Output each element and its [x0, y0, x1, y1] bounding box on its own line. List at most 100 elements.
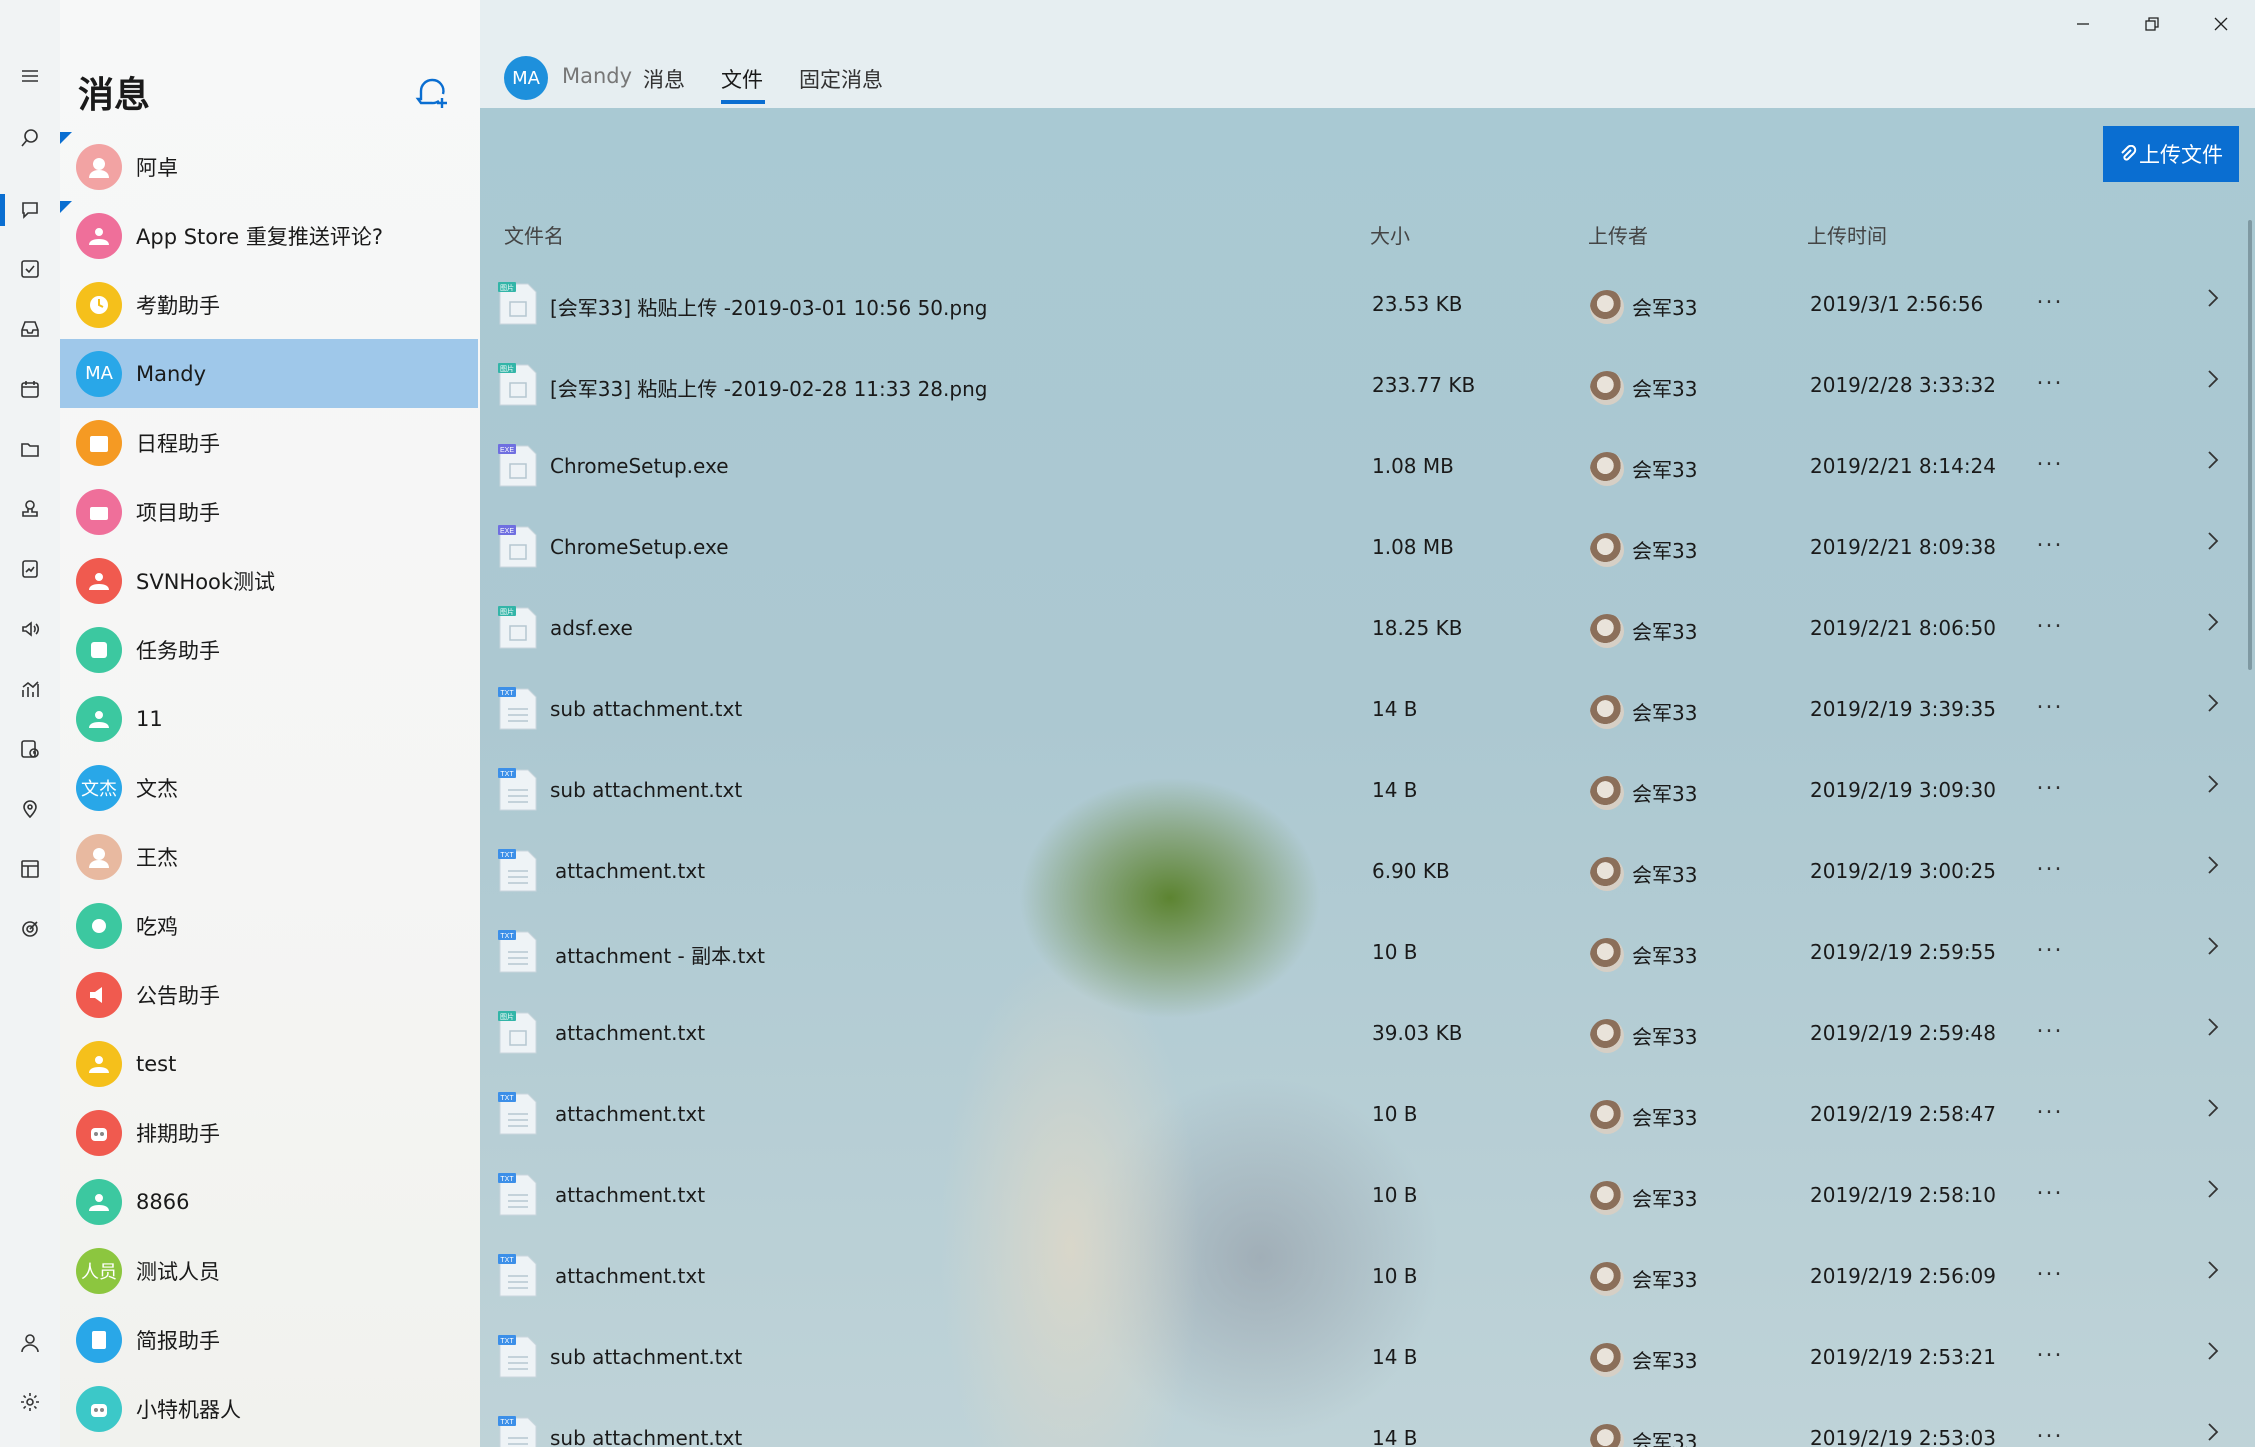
table-row[interactable]: EXE ChromeSetup.exe 1.08 MB 会军33 2019/2/21 8…: [480, 509, 2255, 590]
speaker-icon[interactable]: [0, 603, 60, 655]
avatar[interactable]: MA: [504, 56, 548, 100]
chevron-right-icon[interactable]: [2198, 766, 2228, 802]
column-header-time[interactable]: 上传时间: [1807, 220, 1887, 249]
chevron-right-icon[interactable]: [2198, 1009, 2228, 1045]
inbox-icon[interactable]: [0, 303, 60, 355]
conversation-item[interactable]: 11: [60, 684, 478, 753]
more-options-button[interactable]: ...: [2028, 932, 2072, 968]
file-name[interactable]: attachment.txt: [555, 1183, 705, 1207]
conversation-item[interactable]: 文杰 文杰: [60, 753, 478, 822]
chevron-right-icon[interactable]: [2198, 523, 2228, 559]
more-options-button[interactable]: ...: [2028, 1337, 2072, 1373]
chevron-right-icon[interactable]: [2198, 280, 2228, 316]
conversation-item[interactable]: 小特机器人: [60, 1374, 478, 1443]
tab-messages[interactable]: 消息: [643, 64, 685, 94]
table-row[interactable]: TXT sub attachment.txt 14 B 会军33 2019/2/19 2…: [480, 1400, 2255, 1447]
file-name[interactable]: sub attachment.txt: [550, 1345, 742, 1369]
more-options-button[interactable]: ...: [2028, 1256, 2072, 1292]
report-icon[interactable]: [0, 543, 60, 595]
checkbox-icon[interactable]: [0, 243, 60, 295]
chevron-right-icon[interactable]: [2198, 604, 2228, 640]
close-icon[interactable]: [2186, 0, 2255, 48]
user-icon[interactable]: [0, 1317, 60, 1369]
conversation-item[interactable]: 吃鸡: [60, 891, 478, 960]
conversation-item[interactable]: test: [60, 1029, 478, 1098]
file-name[interactable]: attachment.txt: [555, 1021, 705, 1045]
table-row[interactable]: 图片 [会军33] 粘贴上传 -2019-03-01 10:56 50.png 23…: [480, 266, 2255, 347]
more-options-button[interactable]: ...: [2028, 446, 2072, 482]
chevron-right-icon[interactable]: [2198, 928, 2228, 964]
more-options-button[interactable]: ...: [2028, 770, 2072, 806]
table-row[interactable]: 图片 adsf.exe 18.25 KB 会军33 2019/2/21 8:06:50.…: [480, 590, 2255, 671]
layout-icon[interactable]: [0, 843, 60, 895]
table-row[interactable]: TXT attachment.txt 10 B 会军33 2019/2/19 2:56:…: [480, 1238, 2255, 1319]
upload-file-button[interactable]: 上传文件: [2103, 126, 2239, 182]
table-row[interactable]: TXT attachment.txt 6.90 KB 会军33 2019/2/19 3:…: [480, 833, 2255, 914]
file-list-scrollbar[interactable]: [2248, 220, 2252, 670]
chevron-right-icon[interactable]: [2198, 1252, 2228, 1288]
conversation-item[interactable]: MA Mandy: [60, 339, 478, 408]
conversation-item[interactable]: SVNHook测试: [60, 546, 478, 615]
table-row[interactable]: TXT sub attachment.txt 14 B 会军33 2019/2/19 3…: [480, 752, 2255, 833]
tab-pinned[interactable]: 固定消息: [799, 64, 883, 94]
more-options-button[interactable]: ...: [2028, 689, 2072, 725]
conversation-item[interactable]: 排期助手: [60, 1098, 478, 1167]
folder-icon[interactable]: [0, 423, 60, 475]
chevron-right-icon[interactable]: [2198, 361, 2228, 397]
column-header-name[interactable]: 文件名: [504, 220, 564, 249]
table-row[interactable]: EXE ChromeSetup.exe 1.08 MB 会军33 2019/2/21 8…: [480, 428, 2255, 509]
tab-files[interactable]: 文件: [721, 64, 763, 94]
conversation-item[interactable]: 公告助手: [60, 960, 478, 1029]
file-name[interactable]: sub attachment.txt: [550, 697, 742, 721]
column-header-uploader[interactable]: 上传者: [1588, 220, 1648, 249]
table-row[interactable]: 图片 attachment.txt 39.03 KB 会军33 2019/2/19 2:…: [480, 995, 2255, 1076]
chevron-right-icon[interactable]: [2198, 685, 2228, 721]
conversation-item[interactable]: 人员 测试人员: [60, 1236, 478, 1305]
table-row[interactable]: TXT sub attachment.txt 14 B 会军33 2019/2/19 3…: [480, 671, 2255, 752]
more-options-button[interactable]: ...: [2028, 527, 2072, 563]
search-icon[interactable]: [0, 112, 60, 164]
conversation-item[interactable]: 王杰: [60, 822, 478, 891]
chevron-right-icon[interactable]: [2198, 1090, 2228, 1126]
stamp-icon[interactable]: [0, 483, 60, 535]
file-name[interactable]: ChromeSetup.exe: [550, 535, 729, 559]
file-name[interactable]: attachment - 副本.txt: [555, 940, 765, 969]
new-chat-icon[interactable]: [412, 72, 452, 112]
conversation-item[interactable]: 任务助手: [60, 615, 478, 684]
more-options-button[interactable]: ...: [2028, 851, 2072, 887]
more-options-button[interactable]: ...: [2028, 608, 2072, 644]
more-options-button[interactable]: ...: [2028, 1013, 2072, 1049]
location-icon[interactable]: [0, 783, 60, 835]
file-name[interactable]: [会军33] 粘贴上传 -2019-03-01 10:56 50.png: [550, 292, 987, 321]
chart-icon[interactable]: [0, 663, 60, 715]
chevron-right-icon[interactable]: [2198, 1414, 2228, 1447]
file-name[interactable]: ChromeSetup.exe: [550, 454, 729, 478]
conversation-item[interactable]: 简报助手: [60, 1305, 478, 1374]
conversation-item[interactable]: 8866: [60, 1167, 478, 1236]
more-options-button[interactable]: ...: [2028, 1418, 2072, 1447]
file-name[interactable]: attachment.txt: [555, 1102, 705, 1126]
file-name[interactable]: sub attachment.txt: [550, 1426, 742, 1447]
table-row[interactable]: TXT attachment - 副本.txt 10 B 会军33 2019/2/19 …: [480, 914, 2255, 995]
file-name[interactable]: adsf.exe: [550, 616, 633, 640]
file-name[interactable]: attachment.txt: [555, 859, 705, 883]
more-options-button[interactable]: ...: [2028, 1175, 2072, 1211]
chevron-right-icon[interactable]: [2198, 442, 2228, 478]
table-row[interactable]: TXT sub attachment.txt 14 B 会军33 2019/2/19 2…: [480, 1319, 2255, 1400]
chevron-right-icon[interactable]: [2198, 1333, 2228, 1369]
conversation-item[interactable]: 项目助手: [60, 477, 478, 546]
conversation-item[interactable]: 阿卓: [60, 132, 478, 201]
chat-icon[interactable]: [0, 184, 60, 236]
restore-icon[interactable]: [2117, 0, 2186, 48]
file-name[interactable]: sub attachment.txt: [550, 778, 742, 802]
schedule-icon[interactable]: [0, 723, 60, 775]
more-options-button[interactable]: ...: [2028, 284, 2072, 320]
conversation-item[interactable]: 考勤助手: [60, 270, 478, 339]
file-name[interactable]: [会军33] 粘贴上传 -2019-02-28 11:33 28.png: [550, 373, 987, 402]
chevron-right-icon[interactable]: [2198, 1171, 2228, 1207]
chevron-right-icon[interactable]: [2198, 847, 2228, 883]
calendar-icon[interactable]: [0, 363, 60, 415]
table-row[interactable]: TXT attachment.txt 10 B 会军33 2019/2/19 2:58:…: [480, 1157, 2255, 1238]
minimize-icon[interactable]: [2048, 0, 2117, 48]
column-header-size[interactable]: 大小: [1370, 220, 1410, 249]
